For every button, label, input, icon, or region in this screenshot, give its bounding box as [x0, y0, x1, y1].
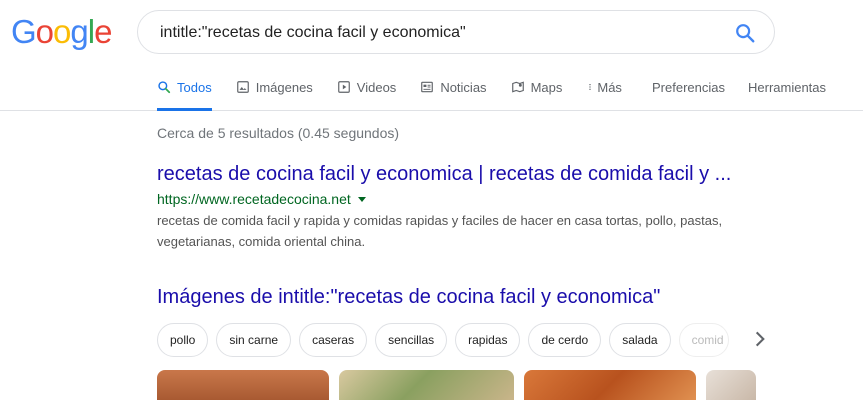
video-icon	[337, 81, 350, 93]
map-icon	[511, 81, 524, 93]
chip-salada[interactable]: salada	[609, 323, 671, 357]
news-icon	[421, 81, 434, 93]
result-url: https://www.recetadecocina.net	[157, 191, 351, 207]
logo-letter: g	[70, 13, 88, 50]
result-snippet: recetas de comida facil y rapida y comid…	[157, 213, 723, 249]
tab-label: Más	[597, 80, 622, 95]
tab-label: Todos	[177, 80, 212, 95]
tab-noticias[interactable]: Noticias	[420, 80, 487, 111]
tab-label: Videos	[356, 80, 397, 95]
preferences-link[interactable]: Preferencias	[652, 80, 725, 95]
result-title-link[interactable]: recetas de cocina facil y economica | re…	[157, 162, 747, 186]
result-url-row: https://www.recetadecocina.net	[157, 191, 747, 207]
caret-down-icon[interactable]	[357, 196, 366, 202]
tab-mas[interactable]: Más	[586, 80, 622, 111]
logo-letter: G	[11, 13, 37, 50]
tab-imagenes[interactable]: Imágenes	[236, 80, 313, 111]
chip-comida[interactable]: comid	[678, 323, 729, 357]
more-vert-icon	[589, 84, 592, 90]
image-thumbnail[interactable]	[706, 370, 756, 400]
tab-bar: Todos Imágenes Videos Noticias Maps Más	[157, 80, 646, 111]
header: Google Todos Imágenes	[0, 0, 863, 111]
tab-todos[interactable]: Todos	[157, 80, 212, 111]
chip-rapidas[interactable]: rapidas	[455, 323, 521, 357]
image-icon	[236, 81, 249, 93]
tab-label: Imágenes	[255, 80, 313, 95]
chevron-right-icon[interactable]	[750, 329, 770, 349]
google-logo[interactable]: Google	[11, 13, 112, 51]
tools-link[interactable]: Herramientas	[748, 80, 826, 95]
search-icon[interactable]	[734, 22, 756, 44]
images-heading-link[interactable]: Imágenes de intitle:"recetas de cocina f…	[157, 286, 660, 309]
chip-caseras[interactable]: caseras	[299, 323, 368, 357]
image-thumbnail[interactable]	[524, 370, 696, 400]
chip-pollo[interactable]: pollo	[157, 323, 209, 357]
image-filter-chips: pollo sin carne caseras sencillas rapida…	[157, 323, 737, 357]
search-box	[137, 10, 775, 54]
tab-maps[interactable]: Maps	[511, 80, 563, 111]
image-thumbnail[interactable]	[157, 370, 329, 400]
result-stats: Cerca de 5 resultados (0.45 segundos)	[157, 125, 400, 141]
search-icon	[158, 81, 171, 94]
chip-sencillas[interactable]: sencillas	[375, 323, 448, 357]
image-thumbnail[interactable]	[339, 370, 514, 400]
search-input[interactable]	[158, 20, 722, 46]
tab-label: Maps	[530, 80, 563, 95]
logo-letter: e	[94, 13, 112, 50]
logo-letter: o	[53, 13, 71, 50]
chip-de-cerdo[interactable]: de cerdo	[528, 323, 602, 357]
search-result: recetas de cocina facil y economica | re…	[157, 162, 747, 252]
tab-videos[interactable]: Videos	[337, 80, 397, 111]
tab-label: Noticias	[440, 80, 487, 95]
logo-letter: o	[35, 13, 54, 50]
chip-sin-carne[interactable]: sin carne	[216, 323, 292, 357]
